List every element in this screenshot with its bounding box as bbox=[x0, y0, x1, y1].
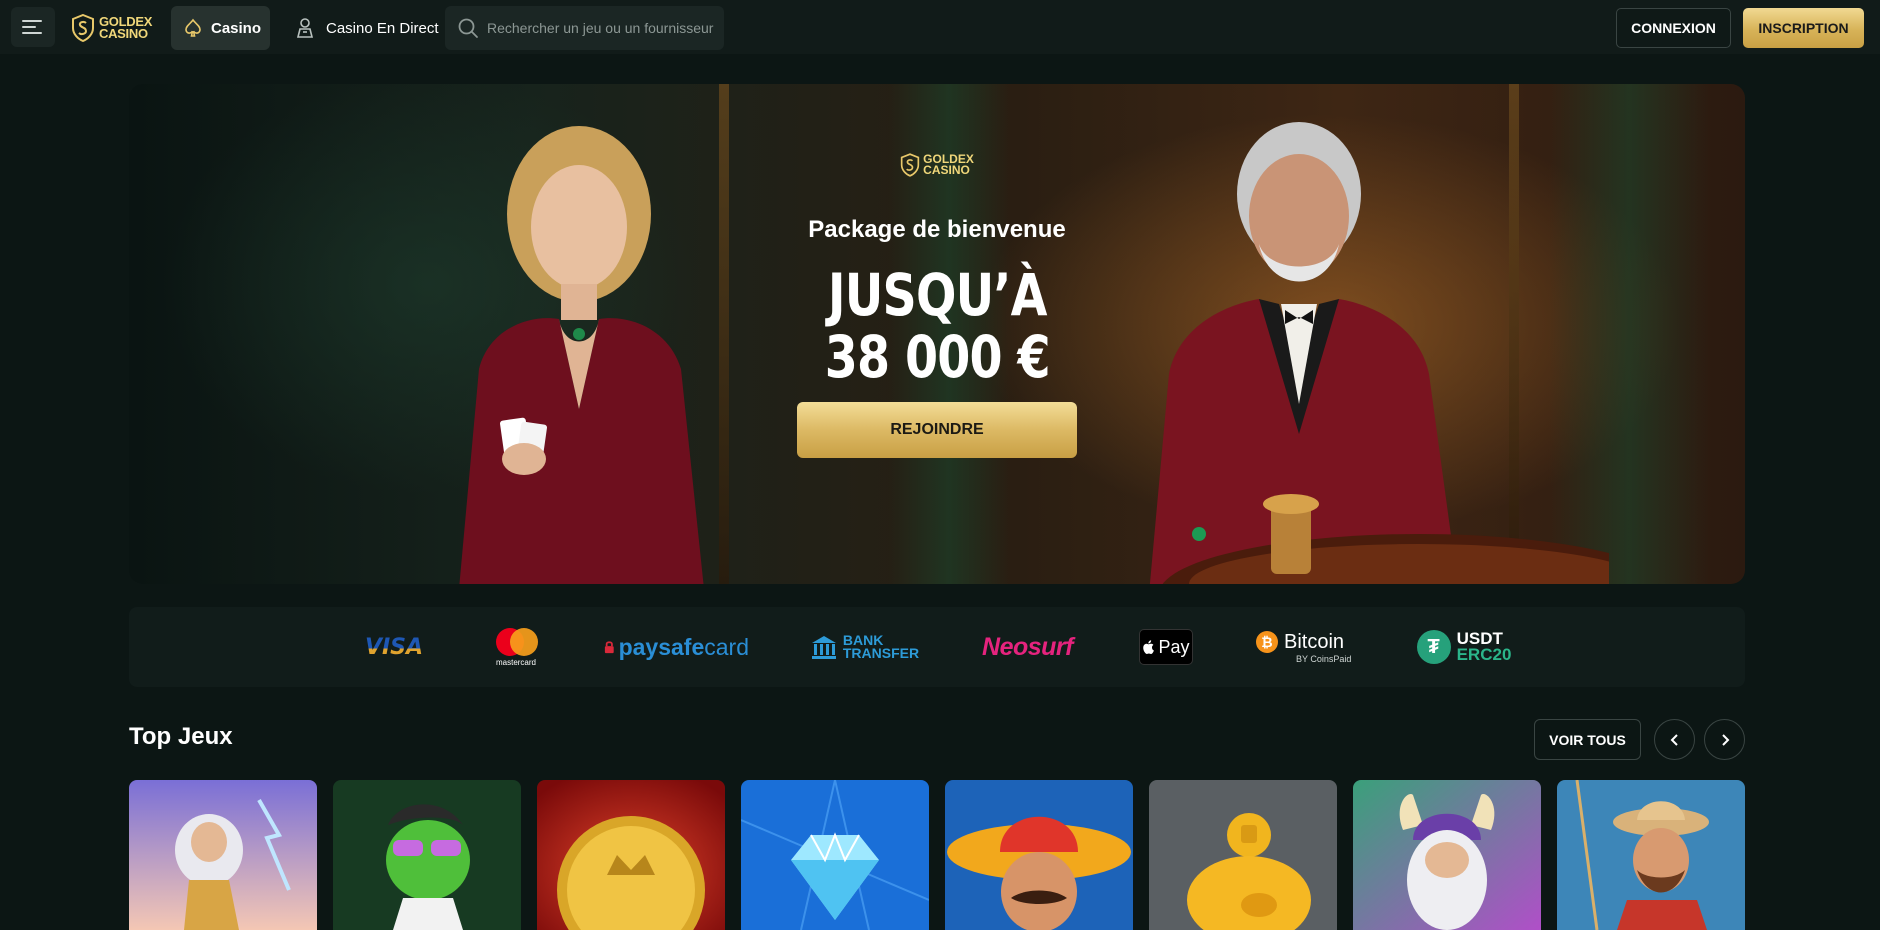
carousel-prev-button[interactable] bbox=[1654, 719, 1695, 760]
hero-man-illustration bbox=[1149, 122, 1609, 584]
logo-shield-icon bbox=[900, 153, 920, 177]
game-thumbnail-piggy-bank bbox=[1149, 780, 1337, 930]
join-button[interactable]: REJOINDRE bbox=[797, 402, 1077, 458]
mastercard-text: mastercard bbox=[495, 657, 536, 667]
bank-transfer-logo: BANK TRANSFER bbox=[810, 607, 920, 687]
top-games-title: Top Jeux bbox=[129, 723, 233, 750]
game-thumbnail-frog bbox=[333, 780, 521, 930]
see-all-button[interactable]: VOIR TOUS bbox=[1534, 719, 1641, 760]
game-tile[interactable] bbox=[1557, 780, 1745, 930]
apple-icon bbox=[1143, 640, 1155, 654]
menu-button[interactable] bbox=[11, 7, 55, 47]
bank-icon bbox=[811, 636, 836, 659]
mastercard-logo: mastercard bbox=[489, 607, 543, 687]
carousel-next-button[interactable] bbox=[1704, 719, 1745, 760]
mastercard-circles-icon bbox=[494, 627, 538, 656]
chevron-left-icon bbox=[1670, 733, 1678, 746]
game-thumbnail-viking bbox=[1353, 780, 1541, 930]
search-box[interactable] bbox=[445, 6, 724, 50]
bank-transfer-line2: TRANSFER bbox=[842, 645, 920, 661]
logo-shield-icon bbox=[72, 14, 94, 42]
hero-woman-illustration bbox=[459, 126, 704, 584]
chevron-right-icon bbox=[1721, 733, 1729, 746]
game-tile[interactable] bbox=[945, 780, 1133, 930]
paysafecard-thin: card bbox=[704, 633, 749, 660]
game-tile[interactable] bbox=[129, 780, 317, 930]
game-tile[interactable] bbox=[1353, 780, 1541, 930]
hero-title: JUSQU’À 38 000 € bbox=[824, 261, 1050, 391]
search-input[interactable] bbox=[487, 20, 717, 36]
paysafecard-bold: paysafe bbox=[618, 633, 705, 660]
paysafecard-logo: paysafecard bbox=[604, 607, 749, 687]
apple-pay-text: Pay bbox=[1158, 636, 1190, 657]
visa-text: VISA bbox=[364, 634, 424, 660]
game-thumbnail-mexican bbox=[945, 780, 1133, 930]
coinspaid-text: BY CoinsPaid bbox=[1296, 653, 1352, 664]
game-tile[interactable] bbox=[1149, 780, 1337, 930]
game-thumbnail-gold-coin bbox=[537, 780, 725, 930]
tether-coin-icon: ₮ bbox=[1416, 630, 1451, 664]
neosurf-text: Neosurf bbox=[982, 632, 1073, 661]
nav-tab-casino-label: Casino bbox=[211, 19, 262, 37]
top-bar: GOLDEX CASINO Casino Casino En Direct CO… bbox=[0, 0, 1880, 54]
logo-wordmark: GOLDEX CASINO bbox=[99, 15, 152, 41]
hero-title-line2: 38 000 € bbox=[824, 323, 1050, 391]
usdt-line2: ERC20 bbox=[1456, 645, 1512, 664]
game-thumbnail-fisherman bbox=[1557, 780, 1745, 930]
logo-line2: CASINO bbox=[99, 26, 148, 41]
bitcoin-coin-icon: ₿ bbox=[1256, 631, 1278, 653]
signup-button[interactable]: INSCRIPTION bbox=[1743, 8, 1864, 48]
nav-tab-live-casino[interactable]: Casino En Direct bbox=[290, 6, 439, 50]
game-thumbnail-zeus bbox=[129, 780, 317, 930]
spade-icon bbox=[185, 18, 201, 37]
site-logo[interactable]: GOLDEX CASINO bbox=[71, 14, 152, 42]
bitcoin-text: Bitcoin bbox=[1284, 630, 1345, 653]
hero-title-line1: JUSQU’À bbox=[827, 261, 1048, 329]
payment-methods-bar: VISA mastercard paysafecard BANK TRANSFE… bbox=[129, 607, 1745, 687]
hero-banner[interactable]: GOLDEX CASINO Package de bienvenue JUSQU… bbox=[129, 84, 1745, 584]
bitcoin-logo: ₿ Bitcoin BY CoinsPaid bbox=[1256, 607, 1356, 687]
neosurf-logo: Neosurf bbox=[980, 607, 1075, 687]
game-tile[interactable] bbox=[537, 780, 725, 930]
hero-logo-line2: CASINO bbox=[923, 163, 970, 177]
nav-tab-casino[interactable]: Casino bbox=[171, 6, 270, 50]
usdt-logo: ₮ USDT ERC20 bbox=[1414, 607, 1514, 687]
padlock-icon bbox=[604, 641, 614, 654]
game-thumbnail-diamond bbox=[741, 780, 929, 930]
hero-content: GOLDEX CASINO Package de bienvenue JUSQU… bbox=[763, 150, 1111, 458]
search-icon bbox=[458, 18, 478, 38]
apple-pay-logo: Pay bbox=[1139, 607, 1193, 687]
dealer-icon bbox=[296, 18, 314, 38]
game-tile[interactable] bbox=[333, 780, 521, 930]
top-games-carousel bbox=[129, 780, 1745, 930]
visa-logo: VISA bbox=[359, 607, 429, 687]
hamburger-menu-icon bbox=[22, 20, 42, 34]
login-button[interactable]: CONNEXION bbox=[1616, 8, 1731, 48]
game-tile[interactable] bbox=[741, 780, 929, 930]
hero-subtitle: Package de bienvenue bbox=[808, 216, 1066, 243]
hero-logo: GOLDEX CASINO bbox=[900, 150, 974, 180]
nav-tab-live-casino-label: Casino En Direct bbox=[326, 19, 439, 37]
